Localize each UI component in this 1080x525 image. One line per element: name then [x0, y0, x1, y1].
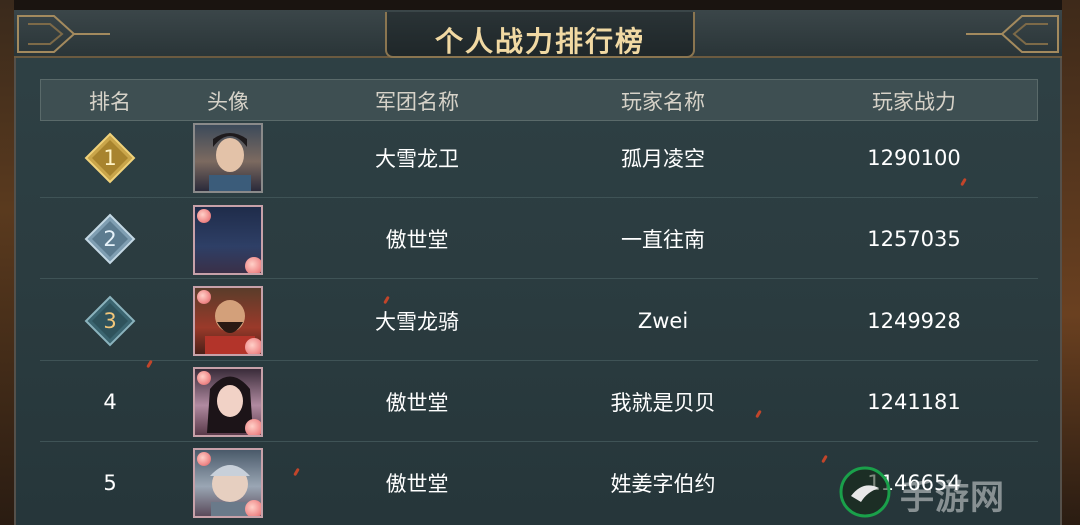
guild-name: 傲世堂 [385, 228, 449, 252]
background-right-edge [1062, 0, 1080, 525]
night-scene-portrait-icon[interactable] [193, 205, 263, 275]
page-title: 个人战力排行榜 [434, 25, 645, 58]
female-portrait-icon[interactable] [193, 367, 263, 437]
male-warrior-portrait-icon[interactable] [193, 123, 263, 193]
player-name[interactable]: 孤月凌空 [621, 143, 705, 173]
power-value: 1249928 [867, 309, 961, 333]
watermark-text: 手游网 [900, 478, 1005, 518]
header-guild: 军团名称 [375, 90, 459, 114]
guild-name: 大雪龙骑 [375, 310, 459, 334]
rank-number: 1 [103, 146, 117, 170]
header-rank: 排名 [89, 90, 131, 114]
rank-number: 5 [103, 471, 117, 495]
rank-number: 4 [103, 390, 117, 414]
player-name[interactable]: 我就是贝贝 [611, 387, 716, 417]
header-avatar: 头像 [207, 90, 249, 114]
ornament-right-icon [966, 15, 1059, 53]
power-value: 1290100 [867, 146, 961, 170]
player-name[interactable]: Zwei [638, 309, 688, 333]
power-value: 1241181 [867, 390, 961, 414]
power-value: 1257035 [867, 227, 961, 251]
header-power: 玩家战力 [872, 90, 956, 114]
guild-name: 傲世堂 [385, 472, 449, 496]
guild-name: 傲世堂 [385, 391, 449, 415]
chibi-armored-portrait-icon[interactable] [193, 448, 263, 518]
rank-number: 2 [103, 227, 117, 251]
player-name[interactable]: 一直往南 [621, 224, 705, 254]
player-name[interactable]: 姓姜字伯约 [611, 468, 716, 498]
guild-name: 大雪龙卫 [375, 147, 459, 171]
background-left-edge [0, 0, 14, 525]
bearded-general-portrait-icon[interactable] [193, 286, 263, 356]
ornament-left-icon [17, 15, 110, 53]
header-player: 玩家名称 [621, 90, 705, 114]
rank-number: 3 [103, 309, 117, 333]
